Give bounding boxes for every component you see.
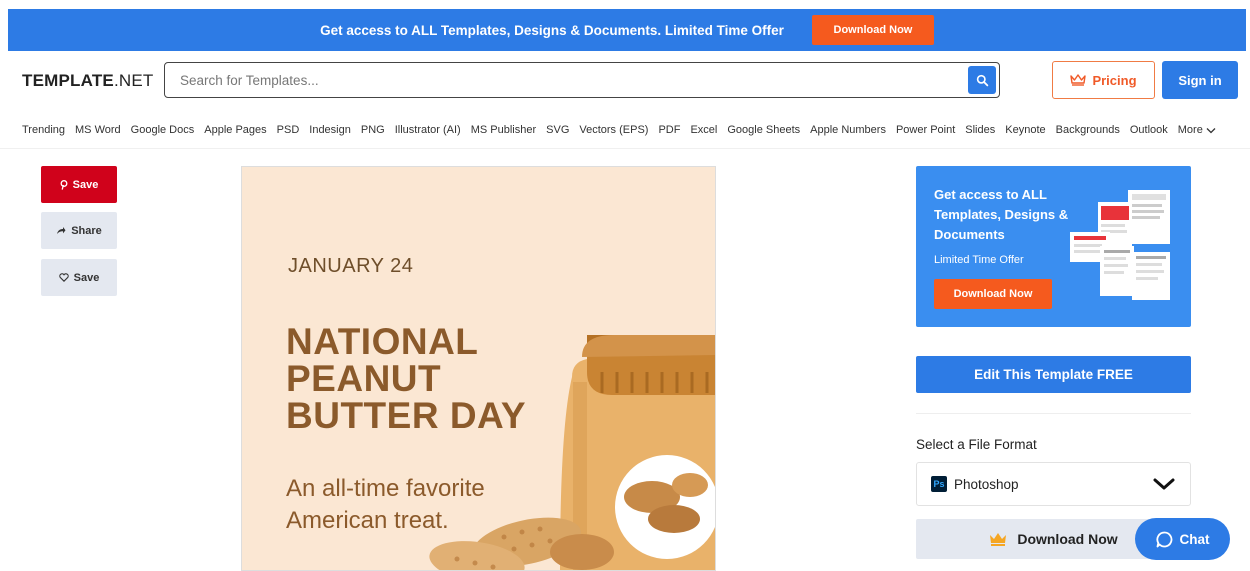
pinterest-icon xyxy=(60,179,68,190)
edit-template-button[interactable]: Edit This Template FREE xyxy=(916,356,1191,393)
category-nav: Trending MS Word Google Docs Apple Pages PSD… xyxy=(22,124,1216,136)
category-link[interactable]: MS Word xyxy=(75,124,121,136)
category-link[interactable]: MS Publisher xyxy=(471,124,536,136)
category-link[interactable]: Outlook xyxy=(1130,124,1168,136)
promo-download-button[interactable]: Download Now xyxy=(811,15,934,45)
more-categories-dropdown[interactable]: More xyxy=(1178,124,1216,136)
file-format-label: Select a File Format xyxy=(916,437,1037,452)
promo-ad-card[interactable]: Get access to ALL Templates, Designs & D… xyxy=(916,166,1191,327)
chat-button[interactable]: Chat xyxy=(1135,518,1230,560)
category-link[interactable]: Google Docs xyxy=(131,124,195,136)
favorite-save-button[interactable]: Save xyxy=(41,259,117,296)
chat-bubble-icon xyxy=(1155,531,1172,547)
ad-download-button[interactable]: Download Now xyxy=(934,279,1052,309)
promo-text: Get access to ALL Templates, Designs & D… xyxy=(320,22,784,38)
file-format-select[interactable]: Ps Photoshop xyxy=(916,462,1191,506)
category-link[interactable]: Backgrounds xyxy=(1056,124,1120,136)
search-input[interactable]: Search for Templates... xyxy=(164,62,1000,98)
preview-title: NATIONAL PEANUT BUTTER DAY xyxy=(286,321,527,436)
heart-icon xyxy=(58,273,69,282)
category-link[interactable]: Illustrator (AI) xyxy=(395,124,461,136)
category-link[interactable]: Keynote xyxy=(1005,124,1045,136)
share-arrow-icon xyxy=(57,227,66,234)
category-link[interactable]: Vectors (EPS) xyxy=(579,124,648,136)
search-icon xyxy=(976,74,988,86)
file-format-value: Photoshop xyxy=(954,476,1019,492)
section-divider xyxy=(916,413,1191,414)
nav-divider xyxy=(0,148,1250,149)
preview-subtitle: An all-time favorite American treat. xyxy=(286,475,485,534)
promo-banner: Get access to ALL Templates, Designs & D… xyxy=(8,9,1246,51)
category-link[interactable]: Excel xyxy=(690,124,717,136)
category-link[interactable]: PNG xyxy=(361,124,385,136)
preview-date: JANUARY 24 xyxy=(288,255,414,277)
category-link[interactable]: PSD xyxy=(277,124,300,136)
crown-icon xyxy=(990,533,1007,546)
chevron-down-icon xyxy=(1153,478,1175,490)
pricing-button[interactable]: Pricing xyxy=(1052,61,1155,99)
template-preview[interactable]: JANUARY 24 NATIONAL PEANUT BUTTER DAY An… xyxy=(241,166,716,571)
chevron-down-icon xyxy=(1206,127,1216,133)
ad-title: Get access to ALL Templates, Designs & D… xyxy=(934,187,1069,242)
pinterest-save-button[interactable]: Save xyxy=(41,166,117,203)
category-link[interactable]: Indesign xyxy=(309,124,351,136)
documents-illustration xyxy=(1070,190,1170,300)
search-placeholder: Search for Templates... xyxy=(180,72,319,88)
category-link[interactable]: SVG xyxy=(546,124,569,136)
category-link[interactable]: Google Sheets xyxy=(727,124,800,136)
category-link[interactable]: PDF xyxy=(658,124,680,136)
share-button[interactable]: Share xyxy=(41,212,117,249)
ad-subtitle: Limited Time Offer xyxy=(934,254,1024,266)
category-link[interactable]: Trending xyxy=(22,124,65,136)
search-button[interactable] xyxy=(968,66,996,94)
category-link[interactable]: Power Point xyxy=(896,124,955,136)
category-link[interactable]: Apple Pages xyxy=(204,124,266,136)
logo[interactable]: TEMPLATE.NET xyxy=(22,71,153,91)
crown-icon xyxy=(1070,74,1087,86)
sign-in-button[interactable]: Sign in xyxy=(1162,61,1238,99)
category-link[interactable]: Apple Numbers xyxy=(810,124,886,136)
category-link[interactable]: Slides xyxy=(965,124,995,136)
photoshop-icon: Ps xyxy=(931,476,947,492)
site-header: TEMPLATE.NET Search for Templates... Pri… xyxy=(0,57,1250,103)
